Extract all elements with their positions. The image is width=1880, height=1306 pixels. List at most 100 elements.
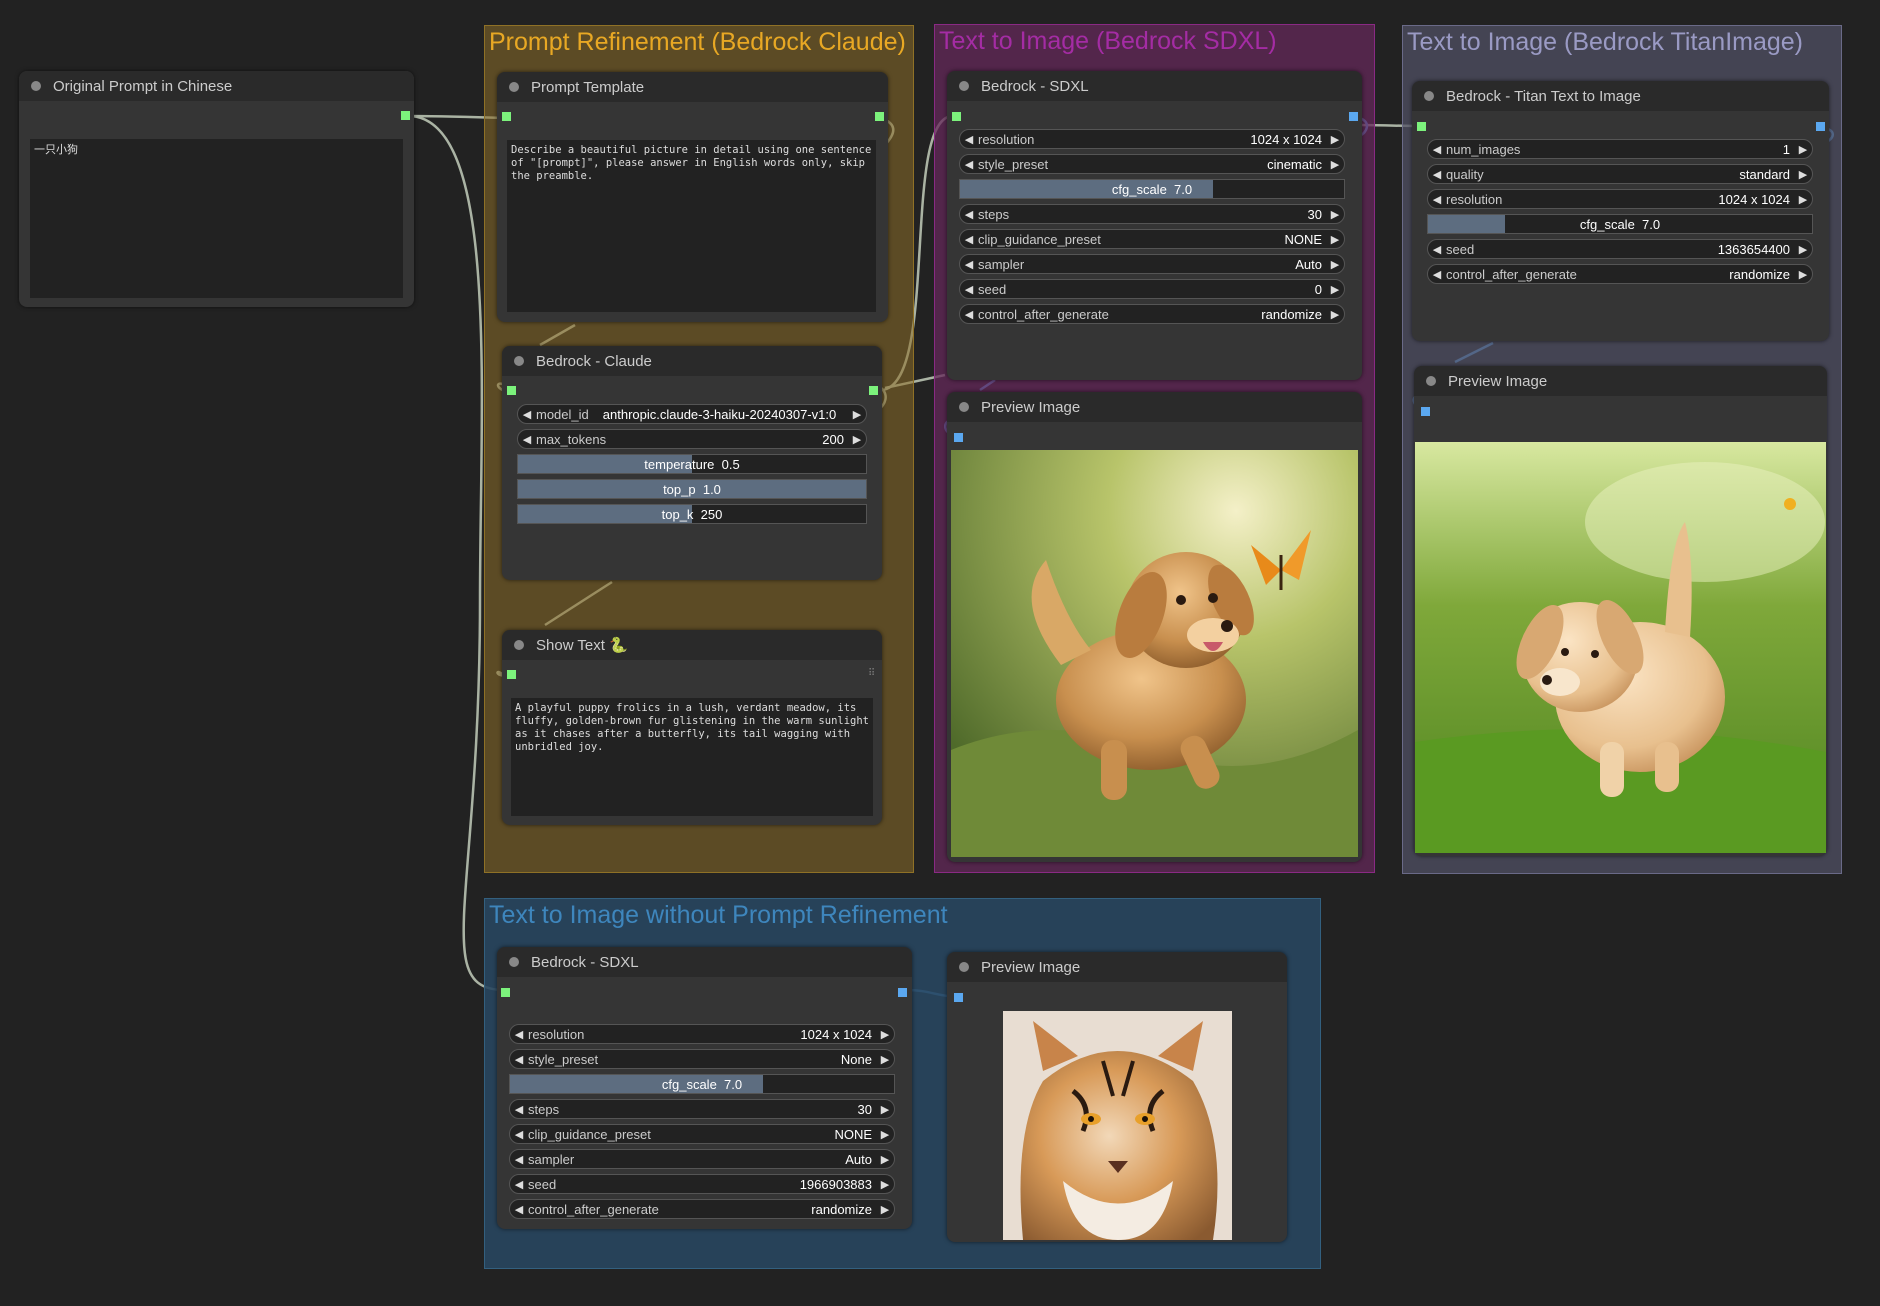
output-slot[interactable] bbox=[1349, 112, 1358, 121]
output-slot[interactable] bbox=[869, 386, 878, 395]
clip-guidance-combo[interactable]: ◀ clip_guidance_preset NONE ▶ bbox=[959, 229, 1345, 249]
control-after-generate-combo[interactable]: ◀ control_after_generate randomize ▶ bbox=[959, 304, 1345, 324]
input-slot[interactable] bbox=[501, 988, 510, 997]
cfg-scale-slider[interactable]: cfg_scale 7.0 bbox=[1427, 214, 1813, 234]
input-slot[interactable] bbox=[507, 386, 516, 395]
right-arrow-icon[interactable]: ▶ bbox=[1326, 258, 1344, 271]
style-preset-combo[interactable]: ◀ style_preset None ▶ bbox=[509, 1049, 895, 1069]
show-text-output[interactable]: A playful puppy frolics in a lush, verda… bbox=[511, 698, 873, 816]
right-arrow-icon[interactable]: ▶ bbox=[1794, 143, 1812, 156]
grid-handle-icon[interactable]: ⠿ bbox=[868, 668, 875, 679]
left-arrow-icon[interactable]: ◀ bbox=[1428, 193, 1446, 206]
left-arrow-icon[interactable]: ◀ bbox=[510, 1128, 528, 1141]
left-arrow-icon[interactable]: ◀ bbox=[960, 283, 978, 296]
input-slot[interactable] bbox=[952, 112, 961, 121]
resolution-combo[interactable]: ◀ resolution 1024 x 1024 ▶ bbox=[1427, 189, 1813, 209]
node-sdxl-preview[interactable]: Preview Image bbox=[947, 392, 1362, 862]
left-arrow-icon[interactable]: ◀ bbox=[510, 1103, 528, 1116]
left-arrow-icon[interactable]: ◀ bbox=[510, 1028, 528, 1041]
left-arrow-icon[interactable]: ◀ bbox=[510, 1203, 528, 1216]
style-preset-combo[interactable]: ◀ style_preset cinematic ▶ bbox=[959, 154, 1345, 174]
right-arrow-icon[interactable]: ▶ bbox=[1794, 193, 1812, 206]
left-arrow-icon[interactable]: ◀ bbox=[510, 1178, 528, 1191]
right-arrow-icon[interactable]: ▶ bbox=[876, 1053, 894, 1066]
left-arrow-icon[interactable]: ◀ bbox=[1428, 243, 1446, 256]
collapse-dot-icon[interactable] bbox=[31, 81, 41, 91]
input-slot[interactable] bbox=[1417, 122, 1426, 131]
quality-combo[interactable]: ◀ quality standard ▶ bbox=[1427, 164, 1813, 184]
right-arrow-icon[interactable]: ▶ bbox=[1326, 283, 1344, 296]
left-arrow-icon[interactable]: ◀ bbox=[518, 408, 536, 421]
collapse-dot-icon[interactable] bbox=[959, 402, 969, 412]
right-arrow-icon[interactable]: ▶ bbox=[848, 408, 866, 421]
left-arrow-icon[interactable]: ◀ bbox=[510, 1053, 528, 1066]
left-arrow-icon[interactable]: ◀ bbox=[960, 258, 978, 271]
right-arrow-icon[interactable]: ▶ bbox=[1326, 233, 1344, 246]
node-original-prompt[interactable]: Original Prompt in Chinese 一只小狗 bbox=[19, 71, 414, 307]
node-bedrock-sdxl[interactable]: Bedrock - SDXL ◀ resolution 1024 x 1024 … bbox=[947, 71, 1362, 380]
resolution-combo[interactable]: ◀ resolution 1024 x 1024 ▶ bbox=[959, 129, 1345, 149]
control-after-generate-combo[interactable]: ◀ control_after_generate randomize ▶ bbox=[509, 1199, 895, 1219]
node-bedrock-claude[interactable]: Bedrock - Claude ◀ model_id anthropic.cl… bbox=[502, 346, 882, 580]
input-slot[interactable] bbox=[507, 670, 516, 679]
collapse-dot-icon[interactable] bbox=[959, 81, 969, 91]
right-arrow-icon[interactable]: ▶ bbox=[848, 433, 866, 446]
steps-number[interactable]: ◀ steps 30 ▶ bbox=[509, 1099, 895, 1119]
input-slot[interactable] bbox=[954, 993, 963, 1002]
input-slot[interactable] bbox=[502, 112, 511, 121]
node-bedrock-titan[interactable]: Bedrock - Titan Text to Image ◀ num_imag… bbox=[1412, 81, 1829, 341]
collapse-dot-icon[interactable] bbox=[1424, 91, 1434, 101]
top-p-slider[interactable]: top_p 1.0 bbox=[517, 479, 867, 499]
temperature-slider[interactable]: temperature 0.5 bbox=[517, 454, 867, 474]
cfg-scale-slider[interactable]: cfg_scale 7.0 bbox=[959, 179, 1345, 199]
left-arrow-icon[interactable]: ◀ bbox=[960, 208, 978, 221]
collapse-dot-icon[interactable] bbox=[1426, 376, 1436, 386]
collapse-dot-icon[interactable] bbox=[514, 640, 524, 650]
resolution-combo[interactable]: ◀ resolution 1024 x 1024 ▶ bbox=[509, 1024, 895, 1044]
left-arrow-icon[interactable]: ◀ bbox=[510, 1153, 528, 1166]
left-arrow-icon[interactable]: ◀ bbox=[960, 133, 978, 146]
collapse-dot-icon[interactable] bbox=[959, 962, 969, 972]
input-slot[interactable] bbox=[1421, 407, 1430, 416]
collapse-dot-icon[interactable] bbox=[509, 957, 519, 967]
cfg-scale-slider[interactable]: cfg_scale 7.0 bbox=[509, 1074, 895, 1094]
right-arrow-icon[interactable]: ▶ bbox=[1326, 158, 1344, 171]
collapse-dot-icon[interactable] bbox=[509, 82, 519, 92]
prompt-textarea[interactable]: 一只小狗 bbox=[30, 139, 403, 298]
right-arrow-icon[interactable]: ▶ bbox=[876, 1203, 894, 1216]
sampler-combo[interactable]: ◀ sampler Auto ▶ bbox=[959, 254, 1345, 274]
node-show-text[interactable]: Show Text 🐍 ⠿ A playful puppy frolics in… bbox=[502, 630, 882, 825]
right-arrow-icon[interactable]: ▶ bbox=[1794, 268, 1812, 281]
right-arrow-icon[interactable]: ▶ bbox=[1794, 168, 1812, 181]
left-arrow-icon[interactable]: ◀ bbox=[518, 433, 536, 446]
num-images-number[interactable]: ◀ num_images 1 ▶ bbox=[1427, 139, 1813, 159]
right-arrow-icon[interactable]: ▶ bbox=[876, 1128, 894, 1141]
sampler-combo[interactable]: ◀ sampler Auto ▶ bbox=[509, 1149, 895, 1169]
steps-number[interactable]: ◀ steps 30 ▶ bbox=[959, 204, 1345, 224]
left-arrow-icon[interactable]: ◀ bbox=[1428, 143, 1446, 156]
right-arrow-icon[interactable]: ▶ bbox=[876, 1153, 894, 1166]
output-slot[interactable] bbox=[875, 112, 884, 121]
right-arrow-icon[interactable]: ▶ bbox=[1794, 243, 1812, 256]
seed-number[interactable]: ◀ seed 0 ▶ bbox=[959, 279, 1345, 299]
model-id-combo[interactable]: ◀ model_id anthropic.claude-3-haiku-2024… bbox=[517, 404, 867, 424]
left-arrow-icon[interactable]: ◀ bbox=[960, 158, 978, 171]
control-after-generate-combo[interactable]: ◀ control_after_generate randomize ▶ bbox=[1427, 264, 1813, 284]
left-arrow-icon[interactable]: ◀ bbox=[1428, 268, 1446, 281]
node-bedrock-sdxl-noref[interactable]: Bedrock - SDXL ◀ resolution 1024 x 1024 … bbox=[497, 947, 912, 1229]
right-arrow-icon[interactable]: ▶ bbox=[876, 1178, 894, 1191]
clip-guidance-combo[interactable]: ◀ clip_guidance_preset NONE ▶ bbox=[509, 1124, 895, 1144]
output-slot[interactable] bbox=[401, 111, 410, 120]
input-slot[interactable] bbox=[954, 433, 963, 442]
template-textarea[interactable]: Describe a beautiful picture in detail u… bbox=[507, 140, 876, 312]
node-prompt-template[interactable]: Prompt Template Describe a beautiful pic… bbox=[497, 72, 888, 322]
max-tokens-number[interactable]: ◀ max_tokens 200 ▶ bbox=[517, 429, 867, 449]
top-k-slider[interactable]: top_k 250 bbox=[517, 504, 867, 524]
right-arrow-icon[interactable]: ▶ bbox=[876, 1103, 894, 1116]
right-arrow-icon[interactable]: ▶ bbox=[1326, 208, 1344, 221]
collapse-dot-icon[interactable] bbox=[514, 356, 524, 366]
output-slot[interactable] bbox=[898, 988, 907, 997]
left-arrow-icon[interactable]: ◀ bbox=[960, 233, 978, 246]
left-arrow-icon[interactable]: ◀ bbox=[1428, 168, 1446, 181]
left-arrow-icon[interactable]: ◀ bbox=[960, 308, 978, 321]
